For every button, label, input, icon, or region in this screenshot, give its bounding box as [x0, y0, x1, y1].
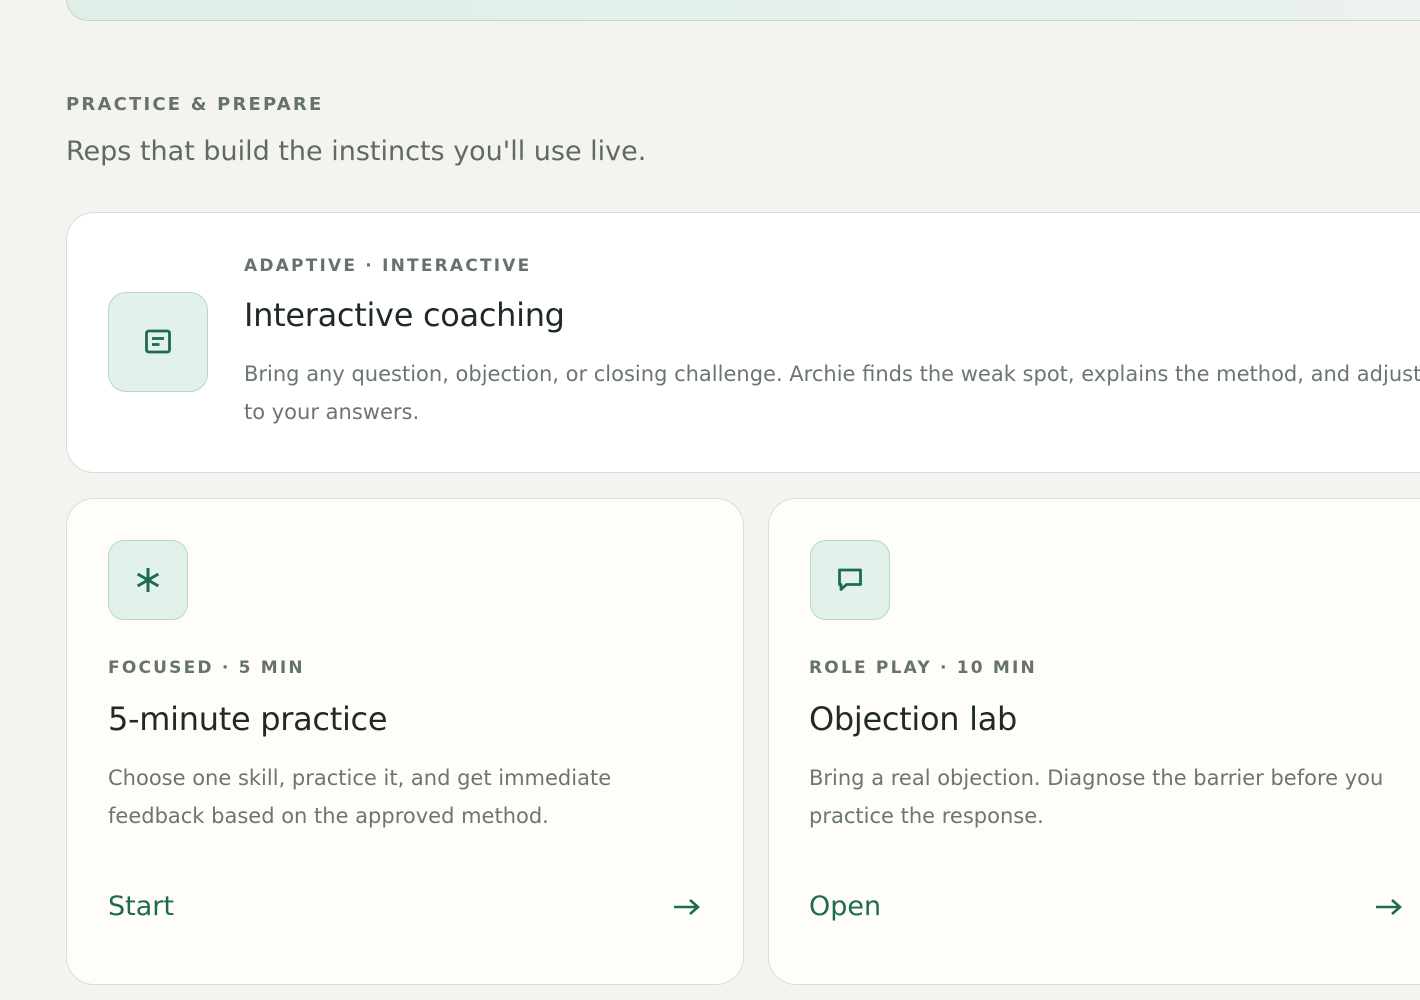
- card-eyebrow: FOCUSED · 5 MIN: [108, 658, 305, 678]
- card-eyebrow: ADAPTIVE · INTERACTIVE: [244, 256, 532, 276]
- five-minute-practice-card[interactable]: FOCUSED · 5 MIN 5-minute practice Choose…: [66, 498, 744, 985]
- document-icon: [108, 292, 208, 392]
- section-eyebrow: PRACTICE & PREPARE: [66, 94, 324, 115]
- card-title: Interactive coaching: [244, 296, 565, 334]
- arrow-right-icon[interactable]: [1375, 897, 1403, 917]
- interactive-coaching-card[interactable]: ADAPTIVE · INTERACTIVE Interactive coach…: [66, 212, 1420, 473]
- open-link[interactable]: Open: [809, 890, 881, 924]
- card-title: 5-minute practice: [108, 700, 388, 738]
- card-description: Bring any question, objection, or closin…: [244, 362, 1420, 424]
- card-description: Bring a real objection. Diagnose the bar…: [809, 766, 1384, 828]
- arrow-right-icon[interactable]: [673, 897, 701, 917]
- section-subtitle: Reps that build the instincts you'll use…: [66, 136, 647, 167]
- top-banner: [66, 0, 1420, 21]
- start-link[interactable]: Start: [108, 890, 174, 924]
- asterisk-icon: [108, 540, 188, 620]
- objection-lab-card[interactable]: ROLE PLAY · 10 MIN Objection lab Bring a…: [768, 498, 1420, 985]
- card-title: Objection lab: [809, 700, 1018, 738]
- card-eyebrow: ROLE PLAY · 10 MIN: [809, 658, 1037, 678]
- chat-bubble-icon: [810, 540, 890, 620]
- card-description: Choose one skill, practice it, and get i…: [108, 766, 612, 828]
